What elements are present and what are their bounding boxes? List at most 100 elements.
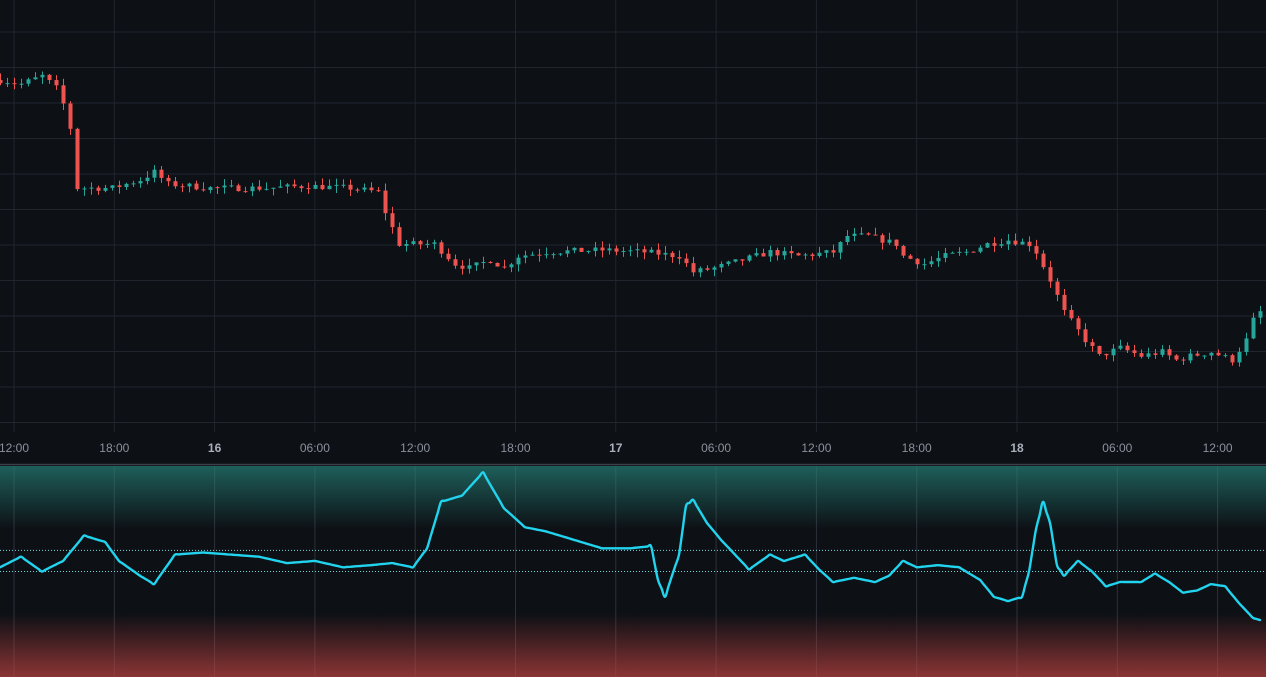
candle[interactable]	[593, 241, 598, 257]
candle[interactable]	[943, 247, 948, 263]
candle[interactable]	[194, 180, 199, 191]
chart-canvas[interactable]: 12:00 18:00 16 06:00 12:00 18:00 17 06:00 12:00 1…	[0, 0, 1266, 677]
candle[interactable]	[1055, 277, 1060, 302]
candle[interactable]	[173, 176, 178, 189]
candle[interactable]	[894, 239, 899, 250]
price-pane[interactable]	[0, 71, 1263, 367]
indicator-pane[interactable]	[0, 466, 1266, 677]
candle[interactable]	[908, 253, 913, 260]
candle[interactable]	[159, 166, 164, 183]
candle[interactable]	[663, 245, 668, 261]
candle[interactable]	[551, 252, 556, 259]
candle[interactable]	[999, 238, 1004, 249]
candle[interactable]	[901, 244, 906, 258]
candle[interactable]	[705, 265, 710, 272]
candle[interactable]	[404, 240, 409, 252]
candle[interactable]	[740, 259, 745, 266]
candle[interactable]	[313, 181, 318, 190]
candle[interactable]	[950, 251, 955, 254]
candle[interactable]	[649, 247, 654, 253]
candle[interactable]	[929, 256, 934, 267]
candle[interactable]	[537, 248, 542, 262]
candle[interactable]	[565, 246, 570, 258]
candle[interactable]	[1202, 355, 1207, 360]
candle[interactable]	[257, 180, 262, 192]
candle[interactable]	[68, 101, 73, 135]
candle[interactable]	[579, 247, 584, 252]
candle[interactable]	[824, 249, 829, 258]
candle[interactable]	[915, 258, 920, 269]
candle[interactable]	[880, 233, 885, 250]
candle[interactable]	[103, 184, 108, 193]
candle[interactable]	[1251, 312, 1256, 340]
candle[interactable]	[47, 73, 52, 84]
candle[interactable]	[726, 260, 731, 267]
candle[interactable]	[236, 183, 241, 192]
candle[interactable]	[1069, 304, 1074, 321]
candle[interactable]	[292, 179, 297, 189]
candle[interactable]	[1230, 353, 1235, 366]
candle[interactable]	[1146, 347, 1151, 359]
candle[interactable]	[222, 179, 227, 194]
candle[interactable]	[859, 227, 864, 236]
candle[interactable]	[1041, 250, 1046, 270]
candle[interactable]	[971, 251, 976, 253]
candle[interactable]	[502, 259, 507, 269]
candle[interactable]	[922, 258, 927, 270]
candle[interactable]	[887, 232, 892, 245]
candle[interactable]	[0, 73, 3, 86]
candle[interactable]	[54, 75, 59, 90]
candle[interactable]	[600, 241, 605, 258]
candle[interactable]	[75, 127, 80, 192]
candle[interactable]	[796, 252, 801, 256]
candle[interactable]	[866, 232, 871, 236]
candle[interactable]	[460, 260, 465, 275]
candle[interactable]	[789, 246, 794, 259]
candle[interactable]	[852, 227, 857, 242]
candle[interactable]	[831, 244, 836, 258]
candle[interactable]	[446, 248, 451, 262]
candle[interactable]	[544, 247, 549, 259]
candle[interactable]	[1097, 345, 1102, 356]
candle[interactable]	[586, 250, 591, 254]
candle[interactable]	[1223, 353, 1228, 358]
candle[interactable]	[488, 261, 493, 264]
candle[interactable]	[61, 78, 66, 111]
candle[interactable]	[355, 187, 360, 193]
candle[interactable]	[964, 248, 969, 256]
candle[interactable]	[719, 261, 724, 273]
candle[interactable]	[642, 245, 647, 260]
candle[interactable]	[40, 71, 45, 84]
candle[interactable]	[1118, 339, 1123, 351]
candle[interactable]	[348, 179, 353, 196]
candle[interactable]	[362, 183, 367, 193]
candle[interactable]	[96, 185, 101, 195]
candle[interactable]	[1048, 260, 1053, 288]
candle[interactable]	[369, 182, 374, 193]
candle[interactable]	[264, 182, 269, 191]
candle[interactable]	[89, 182, 94, 195]
candle[interactable]	[26, 77, 31, 87]
candle[interactable]	[509, 262, 514, 273]
candle[interactable]	[523, 250, 528, 264]
candle[interactable]	[1090, 338, 1095, 352]
candle[interactable]	[614, 245, 619, 256]
candle[interactable]	[19, 78, 24, 89]
candle[interactable]	[145, 171, 150, 185]
candle[interactable]	[124, 182, 129, 190]
candle[interactable]	[957, 247, 962, 256]
candle[interactable]	[747, 254, 752, 263]
candle[interactable]	[656, 243, 661, 260]
candle[interactable]	[285, 183, 290, 194]
candle[interactable]	[271, 187, 276, 196]
candle[interactable]	[215, 186, 220, 195]
candle[interactable]	[152, 165, 157, 183]
candle[interactable]	[341, 179, 346, 188]
candle[interactable]	[327, 179, 332, 190]
trading-chart[interactable]: 12:00 18:00 16 06:00 12:00 18:00 17 06:00 12:00 1…	[0, 0, 1266, 677]
candle[interactable]	[782, 247, 787, 260]
candle[interactable]	[467, 258, 472, 274]
candle[interactable]	[810, 252, 815, 261]
candle[interactable]	[530, 251, 535, 256]
candle[interactable]	[628, 245, 633, 257]
